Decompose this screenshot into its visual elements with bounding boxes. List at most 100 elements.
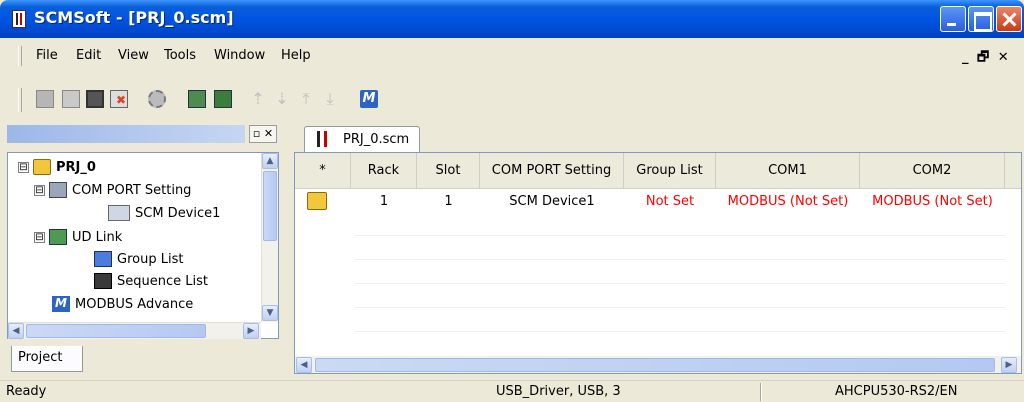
tree-item-label: MODBUS Advance — [75, 296, 194, 312]
tree-item-label: Sequence List — [117, 273, 208, 289]
download-icon[interactable] — [188, 90, 206, 108]
window-title: SCMSoft - [PRJ_0.scm] — [34, 8, 234, 27]
menu-bar-grip[interactable] — [18, 46, 22, 66]
column-header-star[interactable]: * — [295, 153, 351, 189]
scroll-left-button[interactable]: ◀ — [8, 323, 24, 339]
sequence-list-icon — [94, 273, 112, 289]
tab-prj-0-scm[interactable]: PRJ_0.scm — [304, 126, 420, 153]
move-down-icon[interactable]: ⇣ — [274, 89, 290, 108]
maximize-button[interactable] — [968, 6, 994, 32]
menu-tools[interactable]: Tools — [164, 48, 196, 63]
tree-item-label: COM PORT Setting — [72, 182, 192, 198]
settings-gear-icon[interactable] — [148, 90, 166, 108]
scroll-left-button[interactable]: ◀ — [296, 357, 312, 373]
column-header-slot[interactable]: Slot — [417, 153, 480, 189]
tree-vertical-scrollbar[interactable]: ▲ ▼ — [261, 153, 278, 322]
tree-item-label: SCM Device1 — [135, 205, 221, 221]
grid-divider — [355, 235, 1005, 236]
move-bottom-icon[interactable]: ⤓ — [322, 89, 338, 108]
toolbar: ⇡ ⇣ ⤒ ⤓ M — [0, 80, 1024, 120]
menu-bar: File Edit View Tools Window Help _ 🗗 ✕ — [0, 42, 1024, 70]
tree-item-label: Group List — [117, 251, 184, 267]
column-header-com1[interactable]: COM1 — [716, 153, 860, 189]
scroll-right-button[interactable]: ▶ — [1001, 357, 1017, 373]
scroll-thumb[interactable] — [315, 358, 995, 372]
column-header-com2[interactable]: COM2 — [860, 153, 1005, 189]
device-icon — [108, 205, 130, 221]
column-header-com-port-setting[interactable]: COM PORT Setting — [480, 153, 624, 189]
cell-com1[interactable]: MODBUS (Not Set) — [716, 189, 860, 215]
save-icon[interactable] — [86, 90, 104, 108]
scroll-right-button[interactable]: ▶ — [243, 323, 259, 339]
menu-window[interactable]: Window — [214, 48, 265, 63]
menu-edit[interactable]: Edit — [76, 48, 101, 63]
cell-slot[interactable]: 1 — [417, 189, 480, 215]
grid-divider — [355, 283, 1005, 284]
status-device-model: AHCPU530-RS2/EN — [835, 384, 958, 399]
title-bar[interactable]: SCMSoft - [PRJ_0.scm] — [0, 0, 1024, 38]
tree-item-modbus-advance[interactable]: M MODBUS Advance — [52, 296, 193, 312]
project-icon — [33, 159, 51, 175]
tree-item-group-list[interactable]: Group List — [94, 251, 183, 267]
document-icon — [317, 131, 327, 147]
move-top-icon[interactable]: ⤒ — [298, 89, 314, 108]
grid-divider — [355, 259, 1005, 260]
tree-item-ud-link[interactable]: ⊟ UD Link — [34, 229, 122, 245]
mdi-controls[interactable]: _ 🗗 ✕ — [962, 48, 1011, 70]
minimize-button[interactable] — [940, 6, 966, 32]
close-project-icon[interactable] — [110, 90, 128, 108]
tab-label: PRJ_0.scm — [343, 132, 410, 147]
status-connection: USB_Driver, USB, 3 — [496, 384, 621, 399]
scroll-up-button[interactable]: ▲ — [262, 153, 278, 169]
collapse-icon[interactable]: ⊟ — [34, 231, 45, 243]
menu-file[interactable]: File — [36, 48, 58, 63]
collapse-icon[interactable]: ⊟ — [34, 184, 45, 196]
com-port-icon — [49, 182, 67, 198]
scroll-thumb[interactable] — [26, 324, 206, 338]
scroll-thumb[interactable] — [263, 171, 277, 241]
grid-header: * Rack Slot COM PORT Setting Group List … — [295, 153, 1021, 189]
tree-item-prj-0[interactable]: ⊟ PRJ_0 — [18, 159, 96, 175]
modbus-icon[interactable]: M — [360, 90, 378, 108]
tree-item-com-port-setting[interactable]: ⊟ COM PORT Setting — [34, 182, 191, 198]
modbus-icon: M — [52, 296, 70, 312]
menu-view[interactable]: View — [118, 48, 149, 63]
device-grid: * Rack Slot COM PORT Setting Group List … — [294, 152, 1022, 374]
app-icon — [12, 10, 26, 28]
group-list-icon — [94, 251, 112, 267]
document-tab-bar: PRJ_0.scm — [294, 126, 1024, 153]
status-ready: Ready — [6, 384, 47, 399]
new-icon[interactable] — [36, 90, 54, 108]
tree-item-label: UD Link — [72, 229, 123, 245]
table-row[interactable]: 1 1 SCM Device1 Not Set MODBUS (Not Set)… — [295, 189, 1005, 215]
grid-horizontal-scrollbar[interactable]: ◀ ▶ — [295, 356, 1021, 373]
tab-project[interactable]: Project — [11, 346, 83, 372]
toolbar-grip[interactable] — [18, 88, 22, 112]
project-tree[interactable]: ⊟ PRJ_0 ⊟ COM PORT Setting SCM Device1 ⊟… — [7, 152, 279, 339]
upload-icon[interactable] — [214, 90, 232, 108]
project-pane-header: ▫ ✕ — [5, 122, 279, 148]
ud-link-icon — [49, 229, 67, 245]
cell-com-port-setting[interactable]: SCM Device1 — [480, 189, 624, 215]
tree-horizontal-scrollbar[interactable]: ◀ ▶ — [8, 322, 261, 339]
project-pane-caption[interactable] — [7, 125, 245, 143]
grid-divider — [355, 307, 1005, 308]
project-row-icon — [307, 192, 327, 210]
cell-rack[interactable]: 1 — [351, 189, 417, 215]
status-separator — [760, 383, 762, 401]
cell-group-list[interactable]: Not Set — [624, 189, 716, 215]
scroll-down-button[interactable]: ▼ — [262, 305, 278, 321]
menu-help[interactable]: Help — [281, 48, 311, 63]
move-up-icon[interactable]: ⇡ — [250, 89, 266, 108]
column-header-group-list[interactable]: Group List — [624, 153, 716, 189]
status-bar: Ready USB_Driver, USB, 3 AHCPU530-RS2/EN — [0, 380, 1024, 402]
grid-divider — [355, 331, 1005, 332]
close-button[interactable] — [996, 6, 1022, 32]
open-icon[interactable] — [62, 90, 80, 108]
collapse-icon[interactable]: ⊟ — [18, 161, 29, 173]
column-header-rack[interactable]: Rack — [351, 153, 417, 189]
cell-com2[interactable]: MODBUS (Not Set) — [860, 189, 1005, 215]
tree-item-scm-device1[interactable]: SCM Device1 — [108, 205, 220, 221]
pane-controls[interactable]: ▫ ✕ — [249, 125, 277, 143]
tree-item-sequence-list[interactable]: Sequence List — [94, 273, 208, 289]
